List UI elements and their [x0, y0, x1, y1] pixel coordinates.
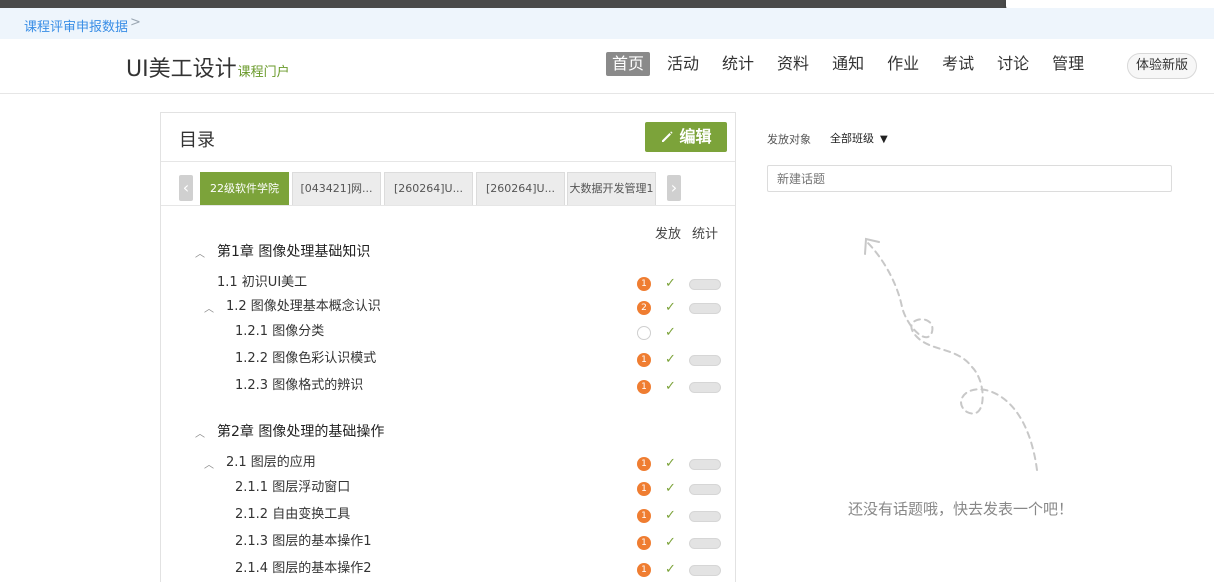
edit-button-label: 编辑 — [679, 127, 712, 146]
stats-toggle[interactable] — [689, 279, 721, 290]
stats-toggle[interactable] — [689, 355, 721, 366]
release-count-badge[interactable]: 1 — [637, 353, 651, 367]
nav-item[interactable]: 资料 — [771, 52, 815, 76]
catalog-panel: 目录 编辑 ‹ › 22级软件学院 [043421]网... [260264]U..… — [160, 112, 736, 582]
target-label: 发放对象 — [767, 133, 811, 146]
collapse-caret-icon[interactable]: ︿ — [204, 300, 216, 315]
target-select-value: 全部班级 — [830, 132, 874, 145]
course-header: UI美工设计课程门户 首页 活动 统计 资料 通知 作业 考试 讨论 管理 体验新版 — [0, 39, 1214, 94]
catalog-header: 目录 编辑 — [161, 113, 735, 162]
column-stats-header: 统计 — [692, 227, 719, 242]
section-link[interactable]: 1.2.3 图像格式的辨识 — [235, 376, 363, 396]
course-portal-label[interactable]: 课程门户 — [238, 65, 290, 80]
nav-item[interactable]: 活动 — [661, 52, 705, 76]
stats-toggle[interactable] — [689, 382, 721, 393]
stats-toggle[interactable] — [689, 484, 721, 495]
chapter-title[interactable]: 第2章 图像处理的基础操作 — [217, 422, 384, 442]
release-empty-circle[interactable] — [637, 326, 651, 340]
nav-item[interactable]: 讨论 — [991, 52, 1035, 76]
check-icon[interactable]: ✓ — [665, 563, 679, 577]
stats-toggle[interactable] — [689, 511, 721, 522]
tabs-prev-arrow[interactable]: ‹ — [179, 175, 193, 201]
target-select[interactable]: 全部班级 ▼ — [830, 130, 888, 146]
section-link[interactable]: 2.1.1 图层浮动窗口 — [235, 478, 350, 498]
check-icon[interactable]: ✓ — [665, 457, 679, 471]
release-count-badge[interactable]: 1 — [637, 482, 651, 496]
new-topic-input[interactable] — [767, 165, 1172, 192]
check-icon[interactable]: ✓ — [665, 482, 679, 496]
stats-toggle[interactable] — [689, 303, 721, 314]
class-tab[interactable]: [043421]网... — [292, 172, 381, 205]
class-tab[interactable]: [260264]U... — [384, 172, 473, 205]
check-icon[interactable]: ✓ — [665, 301, 679, 315]
empty-illustration — [864, 237, 1038, 471]
try-new-version-button[interactable]: 体验新版 — [1127, 53, 1197, 79]
check-icon[interactable]: ✓ — [665, 536, 679, 550]
release-count-badge[interactable]: 1 — [637, 509, 651, 523]
pencil-icon — [662, 131, 674, 142]
class-tab[interactable]: [260264]U... — [476, 172, 565, 205]
breadcrumb-link[interactable]: 课程评审申报数据 — [24, 16, 128, 35]
section-link[interactable]: 2.1.3 图层的基本操作1 — [235, 532, 371, 552]
nav-item[interactable]: 作业 — [881, 52, 925, 76]
chevron-down-icon: ▼ — [880, 134, 888, 145]
stats-toggle[interactable] — [689, 565, 721, 576]
discussion-panel: 发放对象 全部班级 ▼ 还没有话题哦，快去发表一个吧！ — [767, 112, 1173, 572]
stats-toggle[interactable] — [689, 459, 721, 470]
collapse-caret-icon[interactable]: ︿ — [204, 456, 216, 471]
class-tab[interactable]: 22级软件学院 — [200, 172, 289, 205]
tabs-next-arrow[interactable]: › — [667, 175, 681, 201]
course-title: UI美工设计 — [126, 57, 237, 82]
empty-state-text: 还没有话题哦，快去发表一个吧！ — [848, 500, 1074, 518]
section-link[interactable]: 1.2 图像处理基本概念认识 — [226, 297, 381, 317]
section-link[interactable]: 1.2.1 图像分类 — [235, 322, 324, 342]
nav-item[interactable]: 首页 — [606, 52, 651, 76]
breadcrumb: 课程评审申报数据 > — [0, 8, 1214, 39]
release-count-badge[interactable]: 1 — [637, 457, 651, 471]
chevron-right-icon: > — [130, 15, 141, 30]
section-link[interactable]: 2.1.4 图层的基本操作2 — [235, 559, 371, 579]
section-link[interactable]: 2.1.2 自由变换工具 — [235, 505, 350, 525]
release-count-badge[interactable]: 2 — [637, 301, 651, 315]
check-icon[interactable]: ✓ — [665, 326, 679, 340]
class-tabs: ‹ › 22级软件学院 [043421]网... [260264]U... [2602… — [161, 163, 735, 206]
section-link[interactable]: 1.2.2 图像色彩认识模式 — [235, 349, 376, 369]
check-icon[interactable]: ✓ — [665, 509, 679, 523]
chapter-title[interactable]: 第1章 图像处理基础知识 — [217, 242, 370, 262]
browser-top-strip — [0, 0, 1214, 10]
catalog-title: 目录 — [179, 130, 215, 151]
collapse-caret-icon[interactable]: ︿ — [195, 245, 207, 260]
collapse-caret-icon[interactable]: ︿ — [195, 425, 207, 440]
nav-item[interactable]: 统计 — [716, 52, 760, 76]
check-icon[interactable]: ✓ — [665, 380, 679, 394]
release-count-badge[interactable]: 1 — [637, 536, 651, 550]
class-tab[interactable]: 大数据开发管理1 — [567, 172, 656, 205]
main-nav: 首页 活动 统计 资料 通知 作业 考试 讨论 管理 — [606, 52, 1101, 78]
course-brand: UI美工设计课程门户 — [126, 51, 290, 83]
section-link[interactable]: 2.1 图层的应用 — [226, 453, 316, 473]
nav-item[interactable]: 通知 — [826, 52, 870, 76]
section-link[interactable]: 1.1 初识UI美工 — [217, 273, 307, 293]
release-count-badge[interactable]: 1 — [637, 563, 651, 577]
check-icon[interactable]: ✓ — [665, 353, 679, 367]
check-icon[interactable]: ✓ — [665, 277, 679, 291]
release-count-badge[interactable]: 1 — [637, 380, 651, 394]
stats-toggle[interactable] — [689, 538, 721, 549]
nav-item[interactable]: 管理 — [1046, 52, 1090, 76]
nav-item[interactable]: 考试 — [936, 52, 980, 76]
column-release-header: 发放 — [655, 227, 682, 242]
release-count-badge[interactable]: 1 — [637, 277, 651, 291]
edit-button[interactable]: 编辑 — [645, 122, 727, 152]
